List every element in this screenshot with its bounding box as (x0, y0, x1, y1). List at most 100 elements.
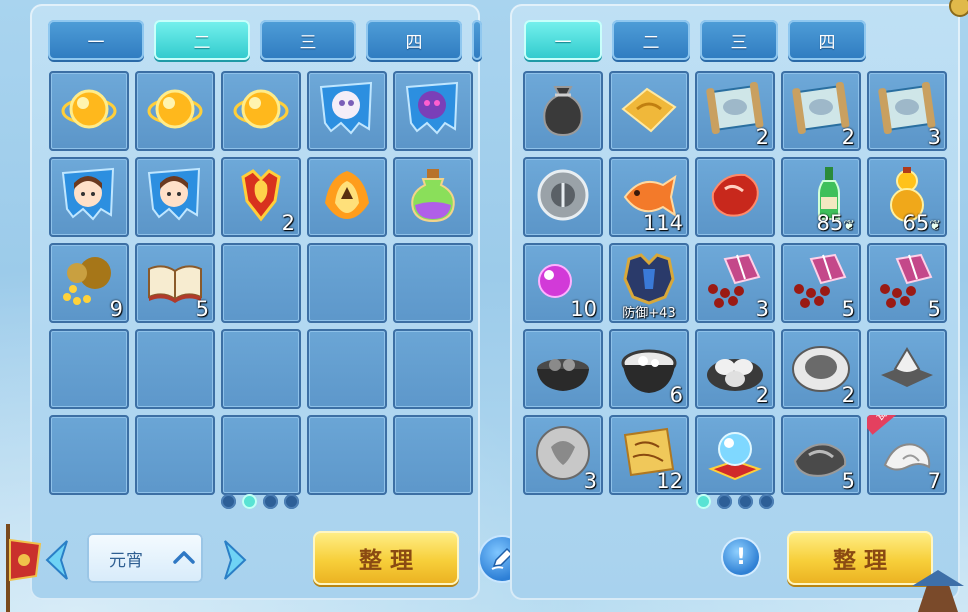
next-arrow-button[interactable] (218, 536, 254, 584)
empty-inventory-slot[interactable] (221, 243, 301, 323)
item-quantity: 65❦ (903, 211, 941, 235)
character-card-icon (57, 163, 121, 227)
inventory-slot[interactable] (135, 157, 215, 237)
inventory-slot[interactable]: 114 (609, 157, 689, 237)
leaf-icon: ❦ (929, 218, 941, 234)
item-quantity-value: 2 (755, 125, 769, 149)
page-dot[interactable] (284, 494, 299, 509)
inventory-slot[interactable] (221, 71, 301, 151)
right-tab-2[interactable]: 二 (612, 20, 690, 60)
character-card-icon (143, 163, 207, 227)
stew-bowl-icon (531, 335, 595, 399)
empty-inventory-slot[interactable] (307, 415, 387, 495)
empty-inventory-slot[interactable] (49, 329, 129, 409)
inventory-slot[interactable]: 2 (221, 157, 301, 237)
inventory-slot[interactable]: 2 (695, 71, 775, 151)
inventory-slot[interactable] (393, 71, 473, 151)
left-tab-overflow[interactable] (472, 20, 482, 60)
right-tab-1[interactable]: 一 (524, 20, 602, 60)
item-attribute-text: 防御+43 (622, 306, 676, 321)
empty-inventory-slot[interactable] (307, 243, 387, 323)
inventory-slot[interactable]: 3 (867, 71, 947, 151)
page-dot[interactable] (759, 494, 774, 509)
inventory-slot[interactable] (307, 157, 387, 237)
inventory-slot[interactable] (49, 157, 129, 237)
right-tab-3[interactable]: 三 (700, 20, 778, 60)
item-quantity-value: 10 (570, 297, 597, 321)
inventory-slot[interactable]: 9 (49, 243, 129, 323)
empty-inventory-slot[interactable] (393, 243, 473, 323)
empty-inventory-slot[interactable] (135, 415, 215, 495)
left-tab-1[interactable]: 一 (48, 20, 144, 60)
left-tab-bar: 一 二 三 四 (48, 20, 482, 60)
leaf-icon: ❦ (843, 218, 855, 234)
inventory-slot[interactable] (393, 157, 473, 237)
empty-inventory-slot[interactable] (393, 329, 473, 409)
right-tab-4[interactable]: 四 (788, 20, 866, 60)
inventory-slot[interactable]: 5 (135, 243, 215, 323)
inventory-slot[interactable] (523, 157, 603, 237)
golden-orb-icon (57, 77, 121, 141)
item-quantity-value: 2 (841, 383, 855, 407)
item-quantity: 5 (196, 297, 209, 321)
inventory-slot[interactable]: 食品7 (867, 415, 947, 495)
item-quantity: 2 (842, 125, 855, 149)
item-quantity-value: 2 (841, 125, 855, 149)
inventory-slot[interactable] (609, 71, 689, 151)
item-quantity: 5 (928, 297, 941, 321)
item-quantity: 2 (756, 383, 769, 407)
inventory-slot[interactable]: 3 (523, 415, 603, 495)
inventory-slot[interactable]: 5 (867, 243, 947, 323)
inventory-slot[interactable] (867, 329, 947, 409)
empty-inventory-slot[interactable] (393, 415, 473, 495)
page-dot[interactable] (717, 494, 732, 509)
left-sort-button[interactable]: 整理 (313, 531, 459, 585)
inventory-slot[interactable]: 85❦ (781, 157, 861, 237)
item-quantity-value: 5 (195, 297, 209, 321)
page-dot[interactable] (242, 494, 257, 509)
inventory-slot[interactable] (49, 71, 129, 151)
inventory-slot[interactable] (695, 157, 775, 237)
inventory-slot[interactable]: 65❦ (867, 157, 947, 237)
inventory-slot[interactable]: 6 (609, 329, 689, 409)
left-tab-4[interactable]: 四 (366, 20, 462, 60)
item-quantity-value: 2 (755, 383, 769, 407)
inventory-slot[interactable] (695, 415, 775, 495)
inventory-slot[interactable]: 3 (695, 243, 775, 323)
inventory-slot[interactable]: 2 (781, 71, 861, 151)
inventory-slot[interactable]: 12 (609, 415, 689, 495)
inventory-slot[interactable]: 10 (523, 243, 603, 323)
item-quantity-value: 5 (841, 297, 855, 321)
chevron-up-icon (173, 551, 195, 564)
left-tab-3[interactable]: 三 (260, 20, 356, 60)
item-quantity-value: 2 (281, 211, 295, 235)
item-quantity-value: 85 (816, 211, 844, 235)
chevron-right-icon (224, 540, 247, 580)
inventory-slot[interactable]: 5 (781, 243, 861, 323)
inventory-slot[interactable]: 2 (781, 329, 861, 409)
empty-inventory-slot[interactable] (135, 329, 215, 409)
inventory-slot[interactable] (523, 329, 603, 409)
empty-inventory-slot[interactable] (221, 415, 301, 495)
page-dot[interactable] (263, 494, 278, 509)
page-dot[interactable] (221, 494, 236, 509)
right-inventory-grid: 22311485❦65❦10防御+433556223125食品7 (523, 71, 947, 495)
inventory-slot[interactable]: 5 (781, 415, 861, 495)
inventory-slot[interactable] (523, 71, 603, 151)
left-tab-2[interactable]: 二 (154, 20, 250, 60)
inventory-slot[interactable]: 2 (695, 329, 775, 409)
inventory-slot[interactable] (307, 71, 387, 151)
page-dot[interactable] (738, 494, 753, 509)
magic-potion-icon (401, 163, 465, 227)
empty-inventory-slot[interactable] (307, 329, 387, 409)
help-button[interactable]: ! (723, 539, 759, 575)
inventory-slot[interactable] (135, 71, 215, 151)
item-quantity-value: 65 (902, 211, 930, 235)
page-dot[interactable] (696, 494, 711, 509)
currency-selector[interactable]: 元宵 (87, 533, 203, 583)
empty-inventory-slot[interactable] (49, 415, 129, 495)
inventory-slot[interactable]: 防御+43 (609, 243, 689, 323)
item-quantity-value: 3 (755, 297, 769, 321)
empty-inventory-slot[interactable] (221, 329, 301, 409)
golden-orb-icon (143, 77, 207, 141)
